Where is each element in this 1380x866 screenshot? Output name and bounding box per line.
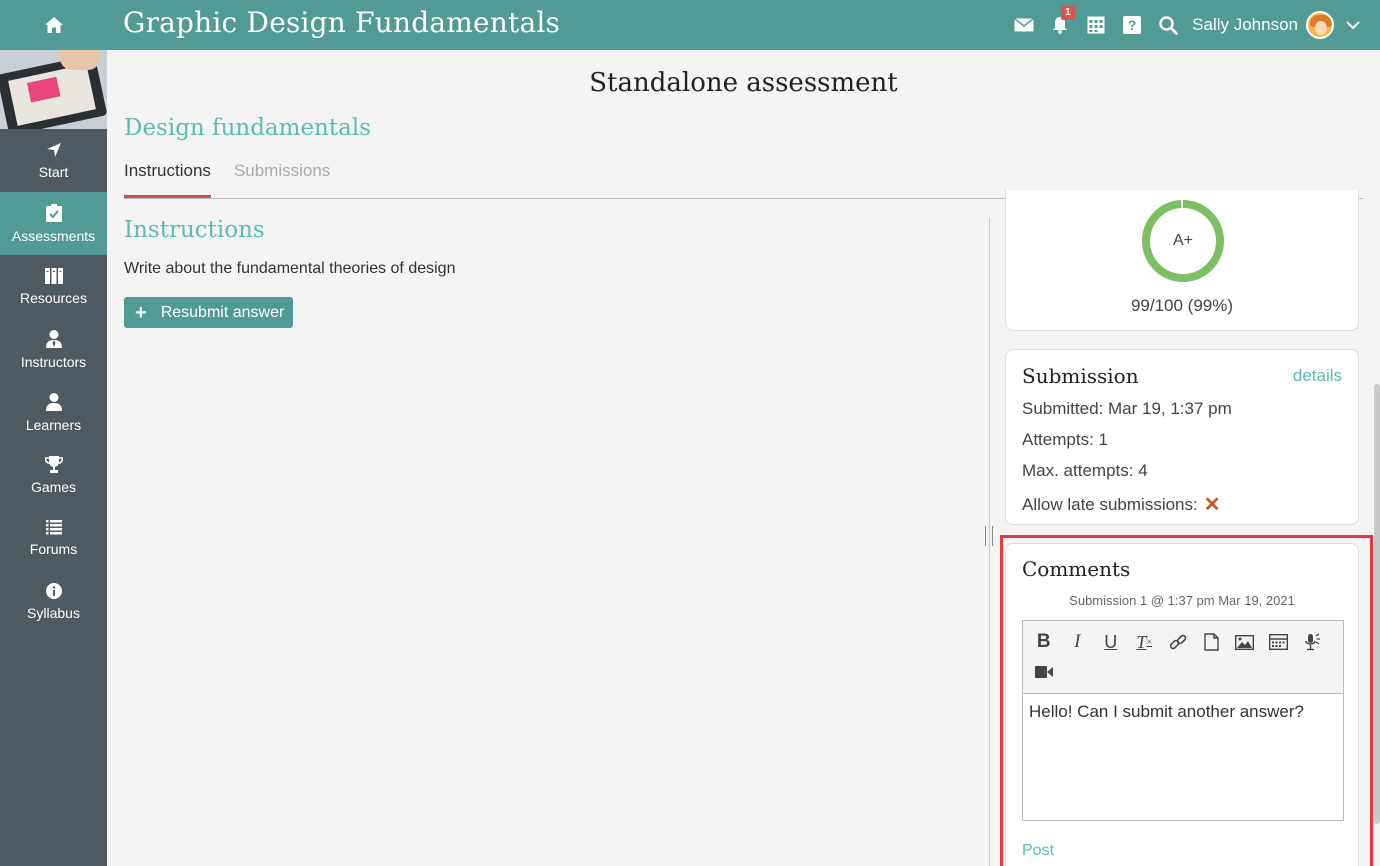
user-icon (45, 392, 62, 411)
bold-button[interactable]: B (1027, 627, 1061, 657)
cross-icon: ✕ (1203, 494, 1221, 516)
notifications-button[interactable]: 1 (1042, 0, 1078, 50)
submission-card: Submission details Submitted: Mar 19, 1:… (1005, 349, 1359, 525)
top-bar: Graphic Design Fundamentals 1 ? Sally Jo… (0, 0, 1380, 50)
course-title: Graphic Design Fundamentals (123, 6, 561, 39)
clear-format-x: × (1146, 636, 1153, 648)
details-link[interactable]: details (1293, 366, 1342, 386)
notification-badge: 1 (1061, 6, 1075, 20)
scrollbar[interactable] (1374, 384, 1380, 824)
instructions-heading: Instructions (124, 217, 265, 243)
record-video-button[interactable] (1027, 657, 1061, 687)
embed-icon (1268, 634, 1288, 650)
clear-format-button[interactable]: T × (1128, 627, 1162, 657)
search-button[interactable] (1150, 0, 1186, 50)
avatar-face (1315, 21, 1327, 35)
sidebar-item-games[interactable]: Games (0, 444, 107, 507)
max-attempts: Max. attempts: 4 (1022, 461, 1148, 480)
sidebar-item-label: Instructors (20, 353, 87, 370)
sidebar-item-label: Learners (25, 416, 82, 433)
home-icon (44, 17, 63, 33)
link-button[interactable] (1161, 627, 1195, 657)
comment-text-area[interactable]: Hello! Can I submit another answer? (1023, 694, 1343, 820)
sidebar-item-forums[interactable]: Forums (0, 507, 107, 570)
tab-bar: Instructions Submissions (124, 156, 353, 198)
top-icons: 1 ? Sally Johnson (1006, 0, 1360, 50)
navigation-arrow-icon (46, 142, 61, 157)
post-comment-button[interactable]: Post (1022, 842, 1054, 860)
splitter-handle[interactable] (985, 526, 993, 546)
record-audio-button[interactable] (1295, 627, 1329, 657)
allow-late-label: Allow late submissions: (1022, 494, 1198, 514)
course-thumbnail[interactable] (0, 50, 107, 129)
sidebar-item-label: Games (30, 479, 77, 495)
user-name[interactable]: Sally Johnson (1192, 15, 1298, 35)
editor-toolbar: B I U T × (1023, 621, 1343, 694)
sidebar-item-label: Syllabus (27, 604, 80, 621)
grade-card: A+ 99/100 (99%) (1005, 190, 1359, 331)
tab-submissions[interactable]: Submissions (234, 156, 330, 198)
sidebar-item-learners[interactable]: Learners (0, 381, 107, 444)
comments-title: Comments (1022, 557, 1131, 581)
sidebar-item-syllabus[interactable]: Syllabus (0, 570, 107, 633)
clear-format-glyph: T (1136, 631, 1147, 652)
attempts-count: Attempts: 1 (1022, 430, 1108, 449)
tab-instructions[interactable]: Instructions (124, 156, 211, 198)
sidebar-item-label: Assessments (11, 227, 96, 244)
microphone-icon (1305, 633, 1320, 651)
sidebar-item-start[interactable]: Start (0, 129, 107, 192)
instructor-icon (45, 329, 62, 348)
underline-button[interactable]: U (1094, 627, 1128, 657)
svg-text:?: ? (1128, 17, 1137, 33)
link-icon (1169, 634, 1186, 650)
grade-score: 99/100 (99%) (1130, 296, 1234, 315)
plus-icon: + (135, 301, 147, 324)
sidebar-item-label: Forums (29, 541, 78, 557)
home-button[interactable] (0, 0, 107, 50)
grade-letter: A+ (1172, 232, 1193, 249)
resubmit-answer-button[interactable]: + Resubmit answer (124, 297, 294, 328)
video-camera-icon (1034, 666, 1053, 678)
file-icon (1204, 633, 1219, 651)
comments-card: Comments Submission 1 @ 1:37 pm Mar 19, … (1005, 543, 1359, 866)
mail-icon (1014, 18, 1035, 32)
comment-editor: B I U T × Hello! Can I submit another an… (1022, 620, 1344, 821)
list-icon (45, 520, 62, 535)
sidebar-item-resources[interactable]: Resources (0, 255, 107, 318)
thumb-hand (60, 50, 100, 70)
avatar[interactable] (1306, 11, 1334, 39)
search-icon (1158, 15, 1178, 35)
sidebar-item-assessments[interactable]: Assessments (0, 192, 107, 255)
calendar-button[interactable] (1078, 0, 1114, 50)
sidebar-item-label: Start (38, 163, 69, 180)
allow-late-row: Allow late submissions: ✕ (1022, 492, 1342, 517)
trophy-icon (44, 456, 63, 473)
comment-submission-meta: Submission 1 @ 1:37 pm Mar 19, 2021 (1069, 593, 1295, 608)
image-icon (1235, 634, 1255, 650)
calendar-icon (1087, 16, 1105, 34)
instructions-text: Write about the fundamental theories of … (124, 260, 456, 277)
help-button[interactable]: ? (1114, 0, 1150, 50)
assessment-name: Design fundamentals (124, 115, 371, 141)
info-icon (45, 582, 62, 599)
mail-button[interactable] (1006, 0, 1042, 50)
page-title: Standalone assessment (589, 68, 898, 98)
resubmit-label: Resubmit answer (160, 303, 285, 321)
image-button[interactable] (1228, 627, 1262, 657)
books-icon (44, 267, 63, 284)
embed-button[interactable] (1262, 627, 1296, 657)
help-icon: ? (1123, 16, 1142, 34)
file-button[interactable] (1195, 627, 1229, 657)
sidebar-item-label: Resources (20, 289, 87, 306)
italic-button[interactable]: I (1061, 627, 1095, 657)
clipboard-check-icon (45, 203, 62, 222)
chevron-down-icon[interactable] (1346, 20, 1360, 30)
sidebar: Start Assessments Resources Instructors … (0, 50, 107, 866)
sidebar-item-instructors[interactable]: Instructors (0, 318, 107, 381)
submitted-date: Submitted: Mar 19, 1:37 pm (1022, 399, 1232, 418)
